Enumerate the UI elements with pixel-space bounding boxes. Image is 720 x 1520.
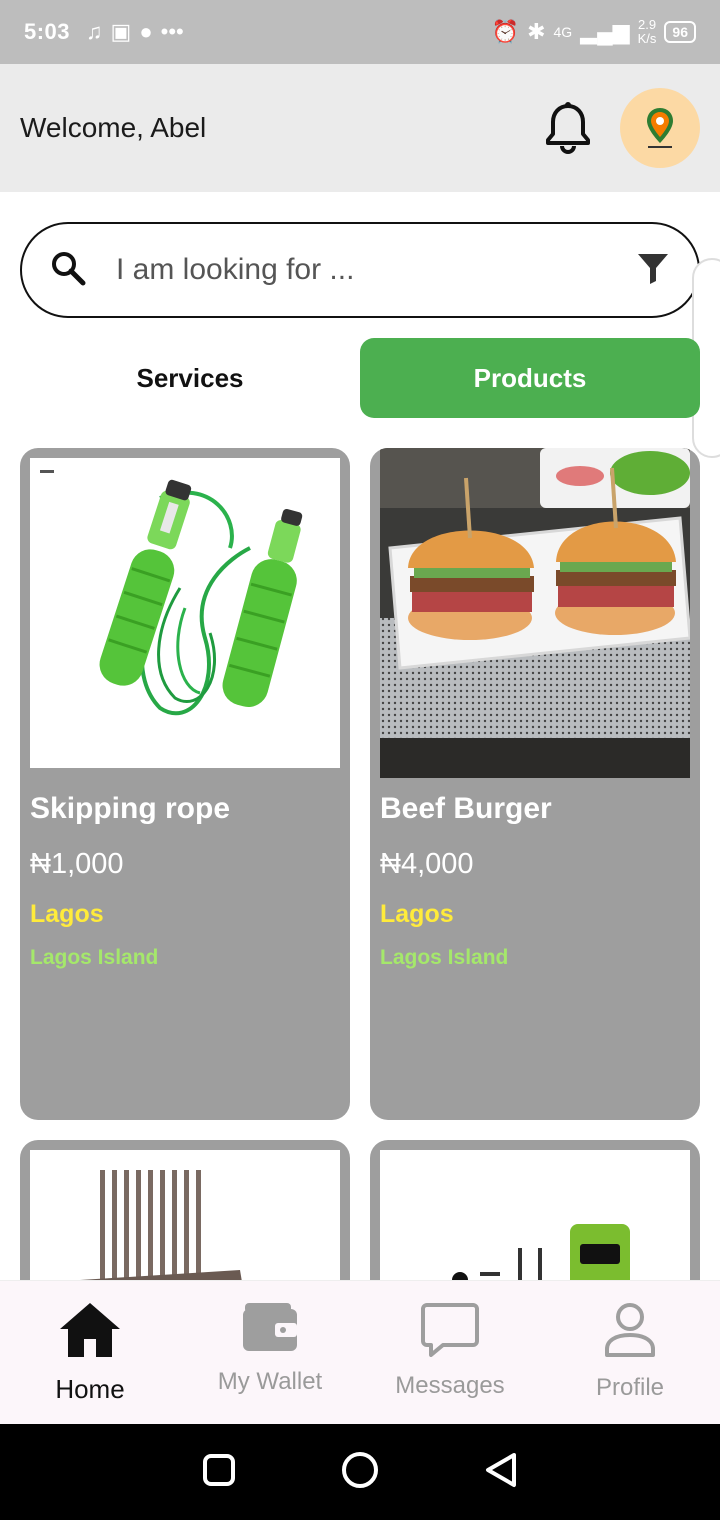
app-screen: 5:03 ♫ ▣ ● ••• ⏰ ✱ 4G ▂▄▆ 2.9 K/s 96 Wel… [0,0,720,1520]
music-icon: ♫ [86,19,103,44]
product-price: ₦4,000 [380,848,474,880]
more-icon: ••• [160,19,184,44]
welcome-text: Welcome, Abel [20,112,207,143]
product-state: Lagos [30,900,104,928]
nav-profile-label: Profile [595,1374,665,1401]
category-tabs: Services Products [20,338,700,418]
nav-messages[interactable]: Messages [360,1281,540,1424]
chat-icon: ● [139,19,153,44]
network-speed: 2.9 K/s [638,18,657,46]
alarm-icon: ⏰ [491,19,520,44]
nav-home-label: Home [55,1374,125,1404]
system-navigation-bar [0,1424,720,1520]
skipping-rope-image [30,458,340,768]
signal-icon: ▂▄▆ [580,19,630,44]
messages-icon [421,1301,479,1362]
tab-products[interactable]: Products [360,338,700,418]
gallery-icon: ▣ [110,19,132,44]
status-system-icons: ⏰ ✱ 4G ▂▄▆ 2.9 K/s 96 [492,18,696,46]
network-type: 4G [553,24,573,40]
network-speed-unit: K/s [637,31,657,46]
beef-burger-image [380,448,690,778]
search-icon[interactable] [50,250,86,291]
filter-icon[interactable] [636,251,670,290]
status-notification-icons: ♫ ▣ ● ••• [86,21,184,43]
back-icon[interactable] [484,1452,518,1493]
product-area: Lagos Island [30,946,159,969]
logo-avatar-icon [647,108,673,148]
product-grid: Skipping rope ₦1,000 Lagos Lagos Island [20,448,700,1280]
product-title: Skipping rope [30,792,231,825]
product-price: ₦1,000 [30,848,124,880]
search-input[interactable]: I am looking for ... [116,253,636,287]
profile-icon [603,1301,657,1364]
bell-icon[interactable] [540,100,596,156]
product-state: Lagos [380,900,454,928]
battery-level: 96 [664,21,696,43]
app-header: Welcome, Abel [0,64,720,192]
search-bar[interactable]: I am looking for ... [20,222,700,318]
comb-image [30,1150,340,1280]
nav-wallet[interactable]: My Wallet [180,1281,360,1424]
bottom-navigation: Home My Wallet Messages Profile [0,1280,720,1424]
product-title: Beef Burger [380,792,552,825]
nav-profile[interactable]: Profile [540,1281,720,1424]
product-card[interactable]: Skipping rope ₦1,000 Lagos Lagos Island [20,448,350,1120]
recents-icon[interactable] [202,1453,236,1492]
bluetooth-icon: ✱ [527,19,546,44]
product-card[interactable] [20,1140,350,1280]
nav-messages-label: Messages [395,1372,505,1399]
product-card[interactable]: Beef Burger ₦4,000 Lagos Lagos Island [370,448,700,1120]
product-card[interactable] [370,1140,700,1280]
status-bar: 5:03 ♫ ▣ ● ••• ⏰ ✱ 4G ▂▄▆ 2.9 K/s 96 [0,0,720,64]
tab-services[interactable]: Services [20,338,360,418]
nav-home[interactable]: Home [0,1281,180,1424]
oraimo-charger-image [380,1150,690,1280]
network-speed-value: 2.9 [637,17,657,32]
nav-wallet-label: My Wallet [217,1368,323,1395]
status-time: 5:03 [24,19,71,44]
wallet-icon [241,1301,299,1358]
avatar[interactable] [620,88,700,168]
product-area: Lagos Island [380,946,509,969]
home-icon [58,1301,122,1364]
home-button-icon[interactable] [341,1451,379,1494]
